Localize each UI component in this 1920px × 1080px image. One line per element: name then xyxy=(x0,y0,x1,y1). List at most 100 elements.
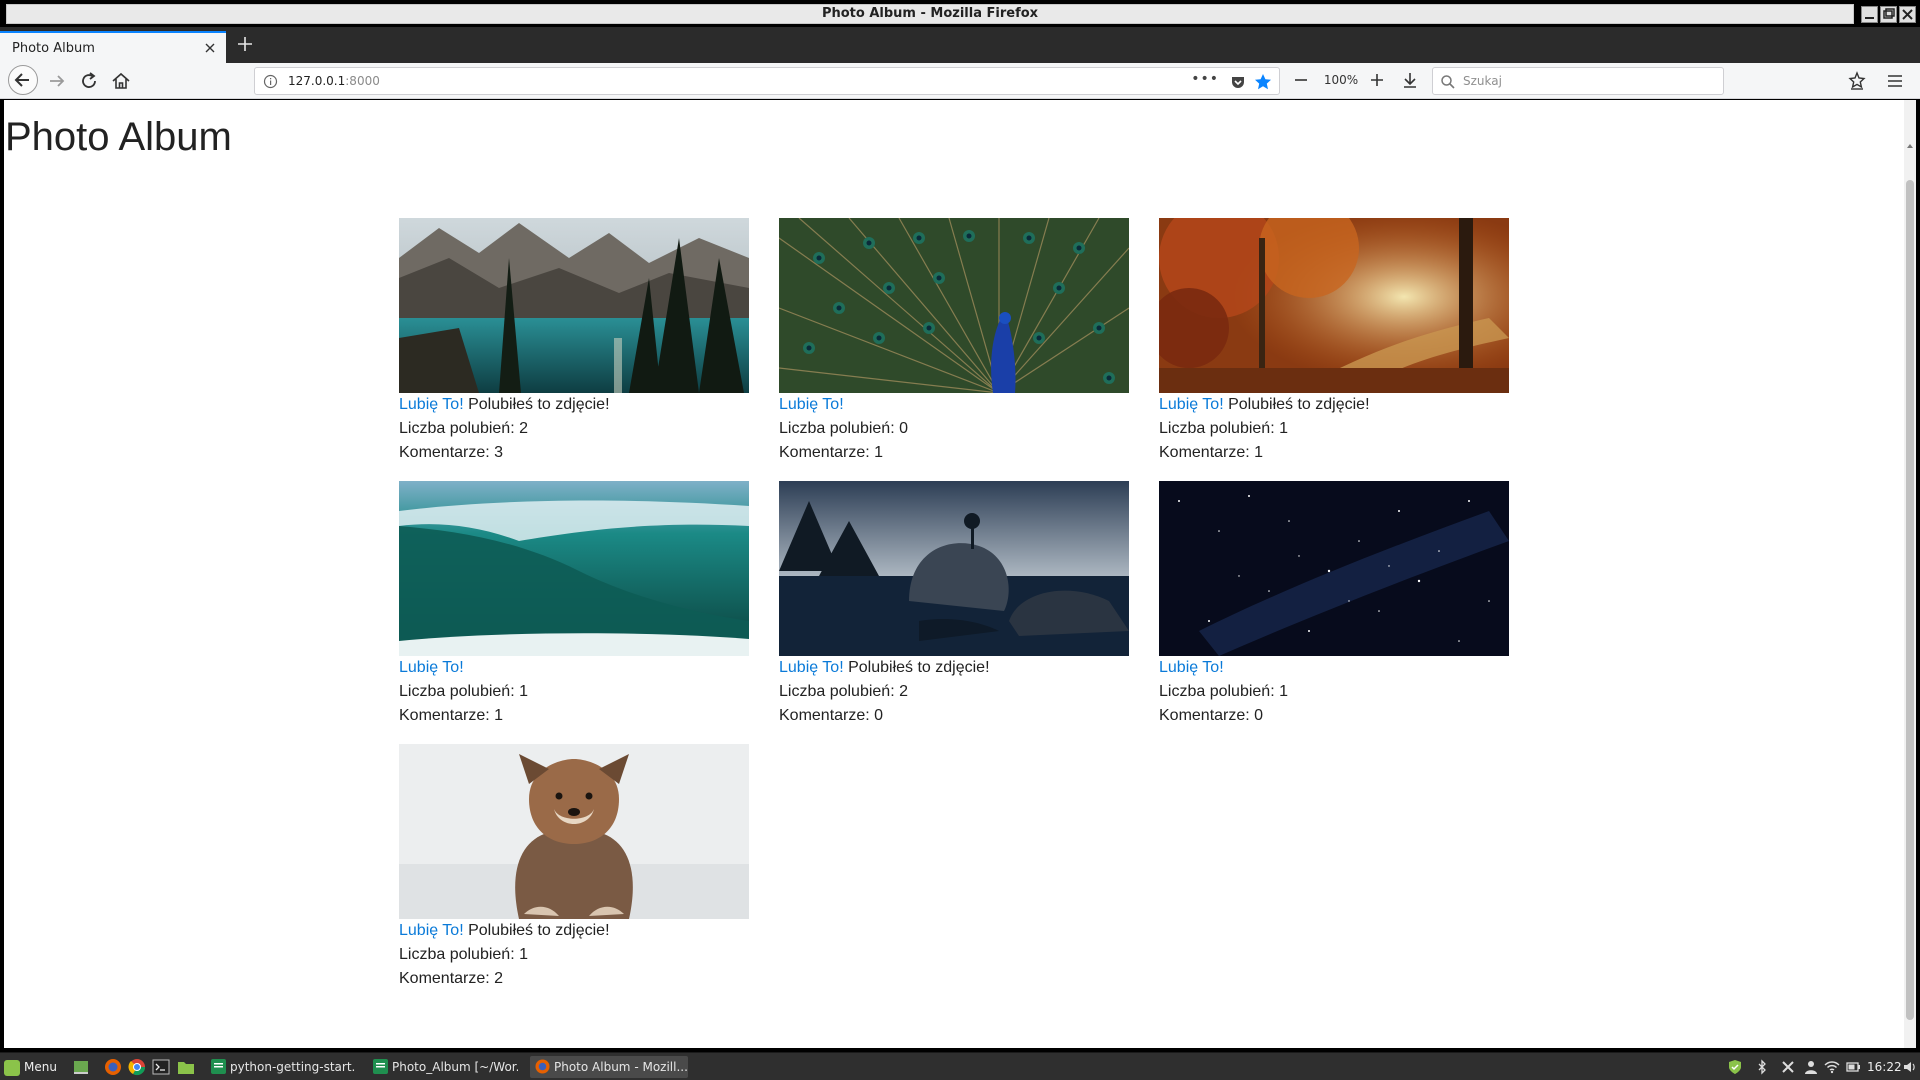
comments-count: Komentarze: 2 xyxy=(399,970,504,987)
bookmark-star-icon[interactable] xyxy=(1253,72,1273,92)
terminal-launcher-icon[interactable] xyxy=(152,1058,170,1076)
new-tab-icon[interactable] xyxy=(235,34,255,54)
comments-count: Komentarze: 1 xyxy=(779,444,884,461)
wifi-icon[interactable] xyxy=(1824,1059,1840,1075)
window-title: Photo Album - Mozilla Firefox xyxy=(6,4,1854,24)
photo-card: Lubię To! Polubiłeś to zdjęcie! Liczba p… xyxy=(1159,218,1509,465)
starry-sky-photo[interactable] xyxy=(1159,481,1509,656)
task-label: Photo_Album [~/Wor... xyxy=(392,1060,518,1074)
comments-count: Komentarze: 0 xyxy=(779,707,884,724)
scroll-up-arrow-icon[interactable] xyxy=(1906,142,1914,150)
reload-button[interactable] xyxy=(78,70,100,92)
page-actions-icon[interactable]: ••• xyxy=(1191,71,1219,87)
like-row: Lubię To! Polubiłeś to zdjęcie! xyxy=(399,393,749,417)
network-disconnected-icon[interactable] xyxy=(1780,1059,1796,1075)
likes-count: Liczba polubień: 1 xyxy=(1159,683,1288,700)
like-row: Lubię To! Polubiłeś to zdjęcie! xyxy=(779,656,1129,680)
editor-app-icon xyxy=(211,1059,226,1074)
lake-rock-photo[interactable] xyxy=(779,481,1129,656)
forward-arrow-icon xyxy=(50,75,65,87)
scrollbar-thumb[interactable] xyxy=(1906,180,1914,1020)
task-label: Photo Album - Mozill... xyxy=(554,1060,688,1074)
vertical-scrollbar[interactable] xyxy=(1904,100,1916,1048)
photo-grid: Lubię To! Polubiłeś to zdjęcie! Liczba p… xyxy=(399,218,1519,1018)
like-link[interactable]: Lubię To! xyxy=(399,922,464,939)
menu-hamburger-icon[interactable] xyxy=(1884,70,1906,92)
forward-button[interactable] xyxy=(46,70,68,92)
like-row: Lubię To! Polubiłeś to zdjęcie! xyxy=(399,919,749,943)
url-host: 127.0.0.1 xyxy=(288,74,346,88)
start-menu-button[interactable]: Menu xyxy=(4,1057,57,1077)
user-icon[interactable] xyxy=(1803,1059,1819,1075)
close-window-button[interactable] xyxy=(1899,6,1916,23)
like-row: Lubię To! Polubiłeś to zdjęcie! xyxy=(1159,393,1509,417)
like-row: Lubię To! xyxy=(1159,656,1509,680)
url-port: :8000 xyxy=(345,74,380,88)
search-input[interactable] xyxy=(1463,72,1713,90)
home-button[interactable] xyxy=(110,70,132,92)
like-link[interactable]: Lubię To! xyxy=(779,396,844,413)
task-firefox-photo-album[interactable]: Photo Album - Mozill... xyxy=(530,1056,688,1078)
back-button[interactable] xyxy=(8,65,38,95)
mountain-lake-photo[interactable] xyxy=(399,218,749,393)
window-titlebar: Photo Album - Mozilla Firefox xyxy=(0,0,1920,27)
autumn-forest-photo[interactable] xyxy=(1159,218,1509,393)
pocket-icon[interactable] xyxy=(1229,73,1247,91)
liked-message: Polubiłeś to zdjęcie! xyxy=(848,659,990,676)
ocean-wave-photo[interactable] xyxy=(399,481,749,656)
download-icon[interactable] xyxy=(1400,70,1420,90)
window-border-right xyxy=(1916,100,1920,1048)
mint-logo-icon xyxy=(4,1059,20,1076)
chrome-launcher-icon[interactable] xyxy=(128,1058,146,1076)
like-link[interactable]: Lubię To! xyxy=(399,659,464,676)
library-icon[interactable] xyxy=(1846,70,1868,92)
liked-message: Polubiłeś to zdjęcie! xyxy=(1228,396,1370,413)
photo-card: Lubię To! Liczba polubień: 0 Komentarze:… xyxy=(779,218,1129,465)
close-tab-icon[interactable] xyxy=(202,40,218,56)
zoom-level[interactable]: 100% xyxy=(1318,69,1364,91)
tab-label: Photo Album xyxy=(12,41,95,56)
photo-card: Lubię To! Liczba polubień: 1 Komentarze:… xyxy=(1159,481,1509,728)
comments-count: Komentarze: 0 xyxy=(1159,707,1264,724)
comments-count: Komentarze: 3 xyxy=(399,444,504,461)
tab-strip: Photo Album xyxy=(0,27,1920,63)
reload-icon xyxy=(82,72,96,88)
task-photo-album-editor[interactable]: Photo_Album [~/Wor... xyxy=(368,1056,518,1078)
show-desktop-icon[interactable] xyxy=(72,1058,90,1076)
volume-icon[interactable] xyxy=(1902,1059,1918,1075)
site-info-icon[interactable] xyxy=(263,74,278,89)
like-row: Lubię To! xyxy=(779,393,1129,417)
tab-photo-album[interactable]: Photo Album xyxy=(0,31,226,63)
minimize-button[interactable] xyxy=(1861,6,1878,23)
likes-count: Liczba polubień: 2 xyxy=(779,683,908,700)
likes-count: Liczba polubień: 2 xyxy=(399,420,528,437)
maximize-button[interactable] xyxy=(1880,6,1897,23)
liked-message: Polubiłeś to zdjęcie! xyxy=(468,396,610,413)
clock[interactable]: 16:22 xyxy=(1867,1057,1902,1077)
like-link[interactable]: Lubię To! xyxy=(399,396,464,413)
like-link[interactable]: Lubię To! xyxy=(779,659,844,676)
zoom-in-icon[interactable] xyxy=(1368,71,1386,89)
task-python-getting-started[interactable]: python-getting-start... xyxy=(206,1056,356,1078)
photo-card: Lubię To! Polubiłeś to zdjęcie! Liczba p… xyxy=(399,744,749,991)
likes-count: Liczba polubień: 1 xyxy=(399,683,528,700)
search-bar[interactable] xyxy=(1432,67,1724,95)
like-link[interactable]: Lubię To! xyxy=(1159,659,1224,676)
zoom-out-icon[interactable] xyxy=(1292,71,1310,89)
battery-icon[interactable] xyxy=(1845,1059,1861,1075)
peacock-photo[interactable] xyxy=(779,218,1129,393)
firefox-launcher-icon[interactable] xyxy=(104,1058,122,1076)
liked-message: Polubiłeś to zdjęcie! xyxy=(468,922,610,939)
comments-count: Komentarze: 1 xyxy=(399,707,504,724)
likes-count: Liczba polubień: 1 xyxy=(399,946,528,963)
url-text[interactable]: 127.0.0.1:8000 xyxy=(288,74,380,88)
like-link[interactable]: Lubię To! xyxy=(1159,396,1224,413)
puppy-photo[interactable] xyxy=(399,744,749,919)
bluetooth-icon[interactable] xyxy=(1754,1059,1770,1075)
files-launcher-icon[interactable] xyxy=(177,1058,195,1076)
url-bar[interactable]: 127.0.0.1:8000 ••• xyxy=(254,67,1280,95)
navigation-toolbar: 127.0.0.1:8000 ••• 100% xyxy=(0,63,1920,99)
likes-count: Liczba polubień: 1 xyxy=(1159,420,1288,437)
shield-icon[interactable] xyxy=(1727,1059,1743,1075)
comments-count: Komentarze: 1 xyxy=(1159,444,1264,461)
